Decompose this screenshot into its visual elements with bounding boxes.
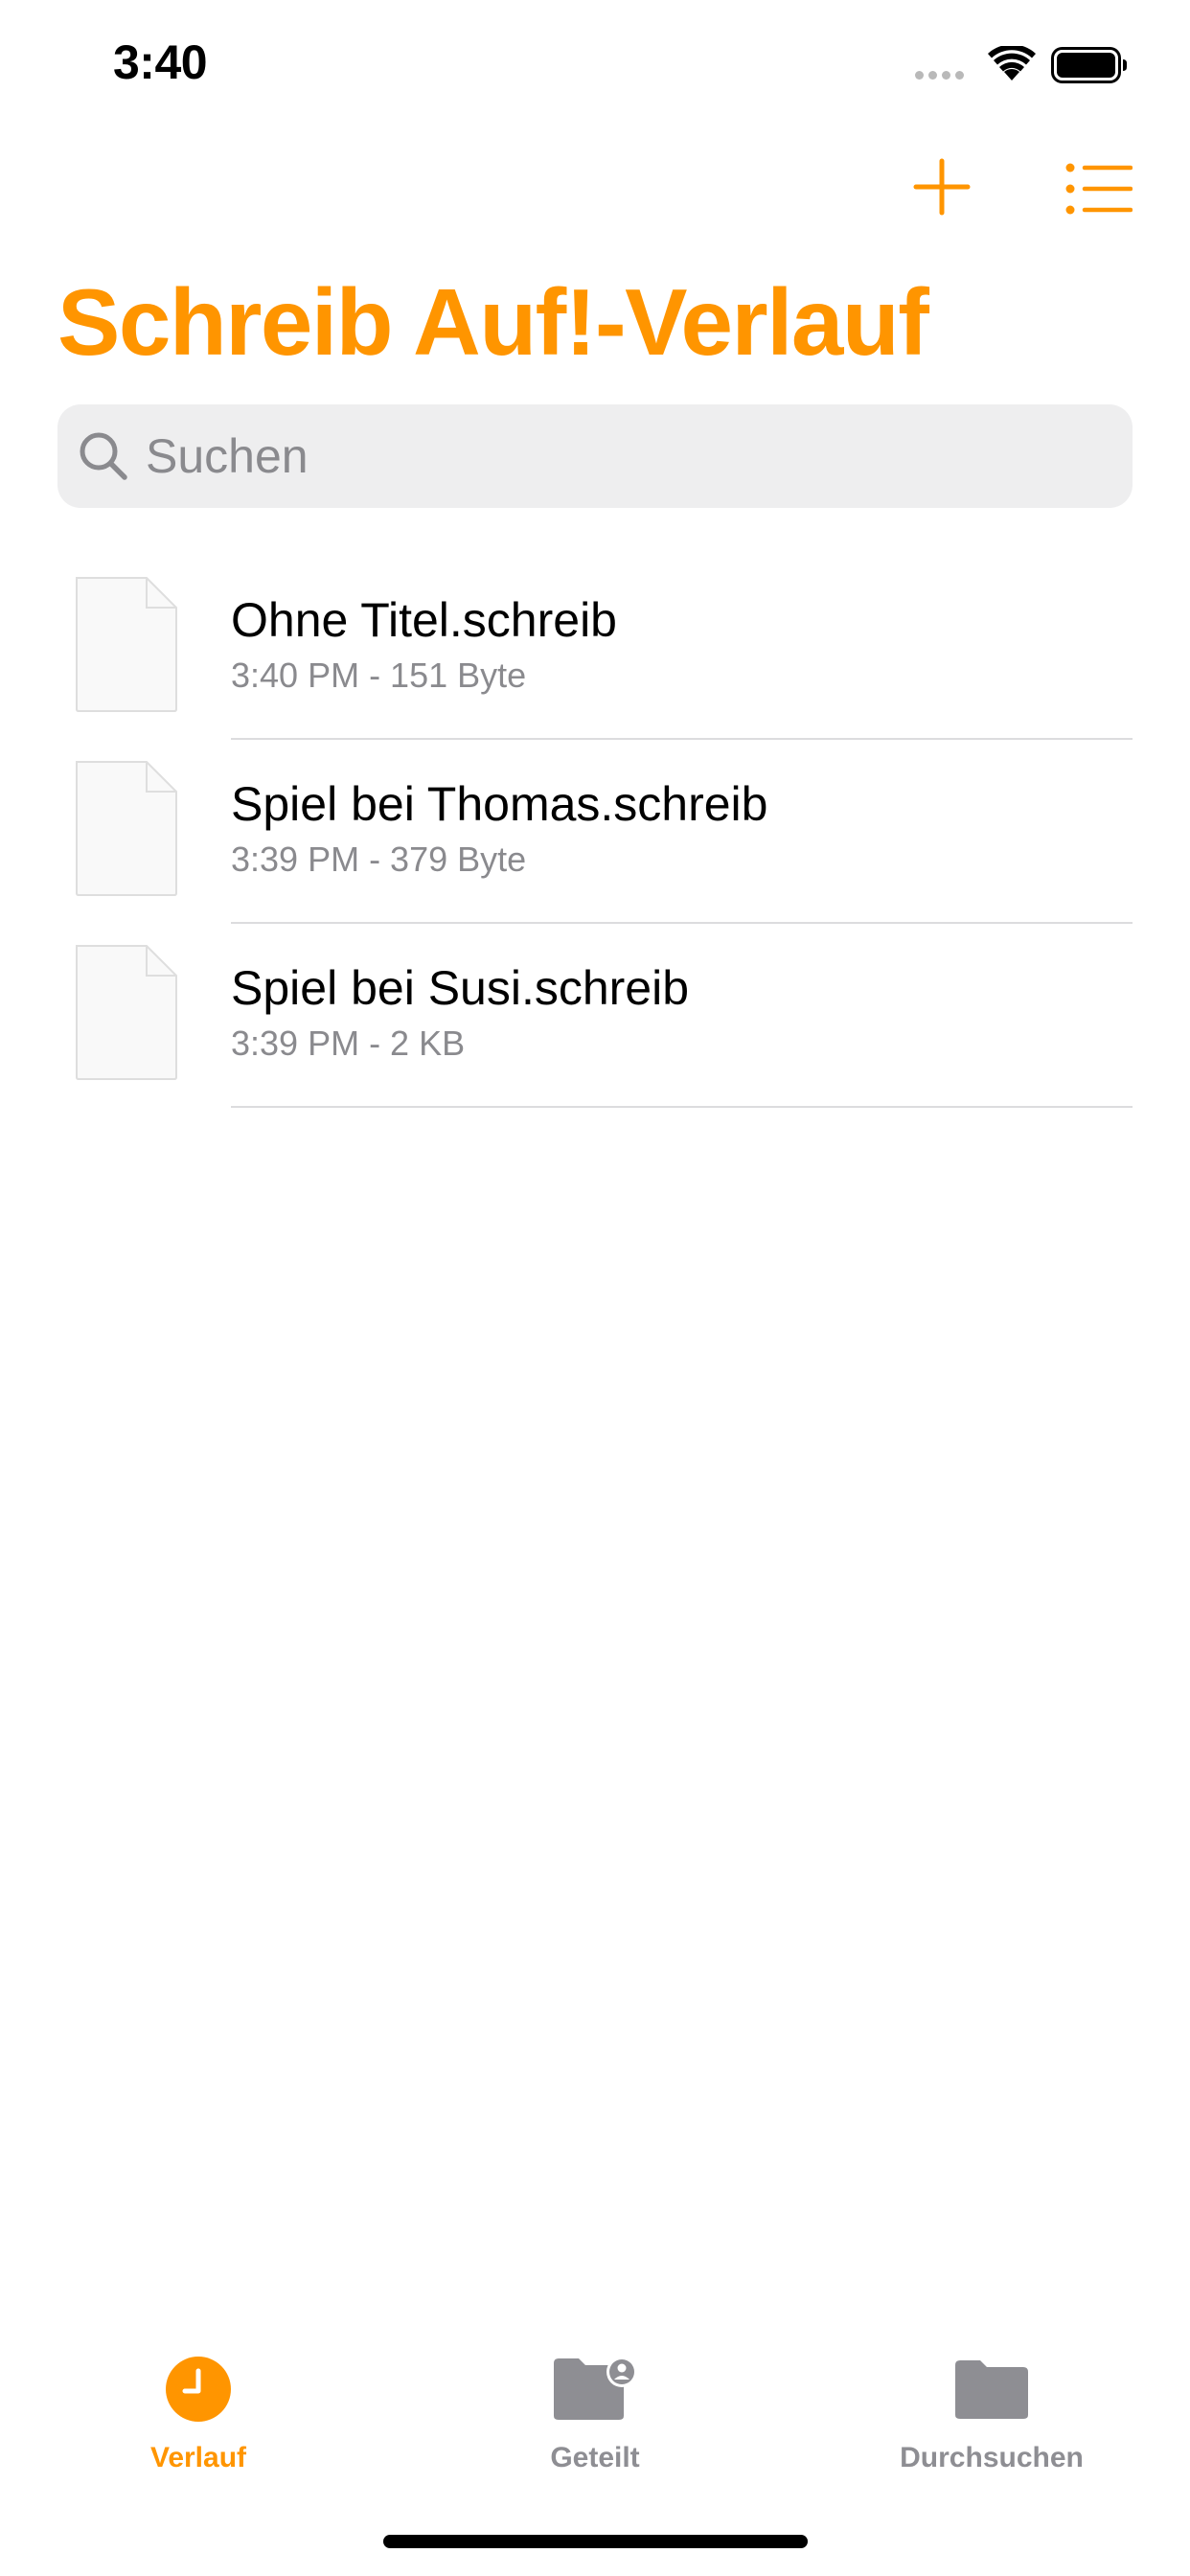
list-item[interactable]: Spiel bei Susi.schreib 3:39 PM - 2 KB xyxy=(0,924,1190,1108)
search-input[interactable] xyxy=(146,404,1104,508)
tab-label: Durchsuchen xyxy=(900,2442,1084,2473)
divider xyxy=(231,1106,1133,1108)
plus-icon xyxy=(913,158,971,216)
tab-label: Verlauf xyxy=(149,2442,247,2473)
home-indicator xyxy=(383,2535,808,2548)
list-item[interactable]: Spiel bei Thomas.schreib 3:39 PM - 379 B… xyxy=(0,740,1190,924)
file-name: Spiel bei Thomas.schreib xyxy=(231,777,768,831)
status-bar: 3:40 xyxy=(0,0,1190,126)
battery-icon xyxy=(1051,47,1127,83)
wifi-icon xyxy=(988,46,1036,80)
search-bar[interactable] xyxy=(57,404,1133,508)
folder-icon xyxy=(955,2360,1028,2419)
clock-icon xyxy=(166,2357,231,2422)
list-view-button[interactable] xyxy=(1065,163,1133,215)
cellular-signal-icon xyxy=(915,71,964,80)
document-icon xyxy=(76,945,177,1080)
list-item[interactable]: Ohne Titel.schreib 3:40 PM - 151 Byte xyxy=(0,556,1190,740)
add-button[interactable] xyxy=(910,155,973,218)
document-icon xyxy=(76,577,177,712)
document-icon xyxy=(76,761,177,896)
tab-verlauf[interactable]: Verlauf xyxy=(55,2329,342,2473)
tab-bar: Verlauf Geteilt Durchsuchen xyxy=(0,2329,1190,2473)
page-title: Schreib Auf!-Verlauf xyxy=(57,269,929,375)
tab-geteilt[interactable]: Geteilt xyxy=(451,2329,739,2473)
tab-durchsuchen[interactable]: Durchsuchen xyxy=(848,2329,1135,2473)
tab-label: Geteilt xyxy=(550,2442,640,2473)
file-meta: 3:39 PM - 2 KB xyxy=(231,1024,466,1063)
file-list: Ohne Titel.schreib 3:40 PM - 151 Byte Sp… xyxy=(0,556,1190,1108)
list-icon xyxy=(1065,163,1133,215)
file-meta: 3:40 PM - 151 Byte xyxy=(231,656,527,695)
file-name: Spiel bei Susi.schreib xyxy=(231,961,690,1015)
shared-folder-icon xyxy=(554,2357,637,2420)
search-icon xyxy=(80,432,127,480)
file-meta: 3:39 PM - 379 Byte xyxy=(231,840,527,879)
status-time: 3:40 xyxy=(113,35,208,89)
file-name: Ohne Titel.schreib xyxy=(231,593,617,647)
